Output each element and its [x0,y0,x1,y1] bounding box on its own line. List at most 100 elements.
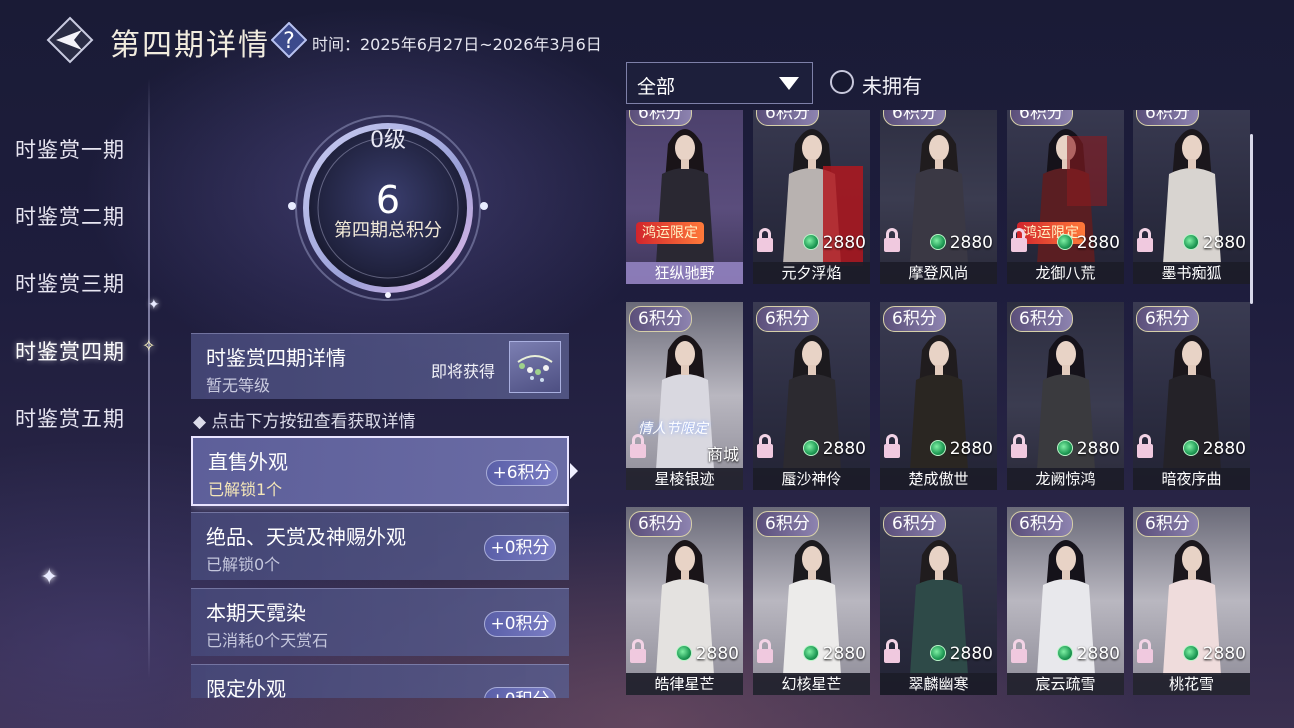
outfit-tile[interactable]: 6积分 2880 摩登风尚 [880,110,997,284]
lock-icon [757,228,773,252]
shop-source-label: 商城 [706,445,739,464]
outfit-tile[interactable]: 6积分 2880 元夕浮焰 [753,110,870,284]
jade-coin-icon [1056,645,1073,661]
jade-coin-icon [1182,440,1199,456]
outfit-tile[interactable]: 6积分 2880 龙阙惊鸿 [1007,302,1124,490]
lock-icon [630,434,646,458]
outfit-name: 摩登风尚 [880,262,997,284]
page-title: 第四期详情 [110,28,270,63]
category-title: 绝品、天赏及神赐外观 [206,525,406,549]
price-label: 2880 [929,644,993,664]
price-label: 2880 [1056,644,1120,664]
nav-item-season-2[interactable]: 时鉴赏二期 [15,201,125,231]
points-badge: 6积分 [883,306,946,332]
lock-icon [884,639,900,663]
category-points-badge: +0积分 [484,687,556,698]
limited-badge: 鸿运限定 [636,222,704,244]
outfit-tile[interactable]: 6积分 2880 皓律星芒 [626,507,743,695]
help-button[interactable]: ? [270,21,308,59]
points-badge: 6积分 [883,511,946,537]
total-score-dial: 0级 6 第四期总积分 [283,108,493,308]
points-badge: 6积分 [1136,511,1199,537]
outfit-tile[interactable]: 6积分 鸿运限定 2880 龙御八荒 [1007,110,1124,284]
jade-coin-icon [929,645,946,661]
unowned-only-label[interactable]: 未拥有 [862,70,922,99]
jade-coin-icon [802,234,819,250]
upcoming-reward-item[interactable] [509,341,561,393]
price-label: 2880 [1182,644,1246,664]
category-subtitle: 已消耗0个天赏石 [206,631,329,650]
jade-coin-icon [1182,234,1199,250]
lock-icon [1137,228,1153,252]
outfit-tile[interactable]: 6积分 2880 暗夜序曲 [1133,302,1250,490]
outfit-name: 皓律星芒 [626,673,743,695]
category-points-badge: +6积分 [486,460,558,486]
category-title: 本期天霓染 [206,601,306,625]
lock-icon [884,228,900,252]
unowned-only-radio[interactable] [830,70,854,94]
selected-row-arrow-icon [570,463,578,479]
category-title: 直售外观 [208,450,288,474]
price-label: 2880 [929,439,993,459]
hint-text: ◆ 点击下方按钮查看获取详情 [193,412,416,432]
outfit-tile[interactable]: 6积分 2880 幻核星芒 [753,507,870,695]
jade-coin-icon [802,645,819,661]
grid-scrollbar[interactable] [1250,134,1253,304]
lock-icon [1011,639,1027,663]
jade-coin-icon [675,645,692,661]
outfit-tile[interactable]: 6积分 2880 桃花雪 [1133,507,1250,695]
jade-coin-icon [1056,440,1073,456]
outfit-tile[interactable]: 6积分 2880 楚成傲世 [880,302,997,490]
category-row-dye[interactable]: 本期天霓染 已消耗0个天赏石 +0积分 [191,588,569,656]
price-label: 2880 [1056,439,1120,459]
nav-divider [148,78,150,678]
outfit-name: 暗夜序曲 [1133,468,1250,490]
category-row-limited[interactable]: 限定外观 +0积分 [191,664,569,698]
season-level-text: 暂无等级 [206,376,271,395]
outfit-name: 星棱银迹 [626,468,743,490]
jade-coin-icon [802,440,819,456]
lock-icon [1137,434,1153,458]
category-filter-dropdown[interactable]: 全部 [626,62,813,104]
outfit-name: 元夕浮焰 [753,262,870,284]
outfit-tile[interactable]: 6积分 情人节限定 商城 星棱银迹 [626,302,743,490]
outfit-tile[interactable]: 6积分 2880 翠麟幽寒 [880,507,997,695]
category-points-badge: +0积分 [484,611,556,637]
category-row-direct-sale[interactable]: 直售外观 已解锁1个 +6积分 [191,436,569,506]
price-label: 2880 [802,439,866,459]
price-label: 2880 [1182,439,1246,459]
outfit-name: 翠麟幽寒 [880,673,997,695]
help-icon: ? [270,21,308,59]
nav-item-season-1[interactable]: 时鉴赏一期 [15,134,125,164]
filter-selected-value: 全部 [637,76,676,98]
points-badge: 6积分 [756,306,819,332]
back-button[interactable] [46,16,94,64]
jewelry-reward-icon [517,355,553,382]
season-detail-title: 时鉴赏四期详情 [206,346,346,370]
points-badge: 6积分 [1010,511,1073,537]
total-score-label: 第四期总积分 [334,220,442,241]
category-row-premium[interactable]: 绝品、天赏及神赐外观 已解锁0个 +0积分 [191,512,569,580]
lock-icon [757,434,773,458]
price-label: 2880 [1056,233,1120,253]
lock-icon [630,639,646,663]
lock-icon [1011,228,1027,252]
lock-icon [1137,639,1153,663]
outfit-name: 幻核星芒 [753,673,870,695]
price-label: 2880 [929,233,993,253]
outfit-name: 楚成傲世 [880,468,997,490]
category-points-badge: +0积分 [484,535,556,561]
outfit-tile[interactable]: 6积分 2880 墨书痴狐 [1133,110,1250,284]
points-badge: 6积分 [1010,306,1073,332]
outfit-tile[interactable]: 6积分 2880 蜃沙神伶 [753,302,870,490]
nav-item-season-3[interactable]: 时鉴赏三期 [15,268,125,298]
nav-item-season-5[interactable]: 时鉴赏五期 [15,403,125,433]
outfit-tile[interactable]: 6积分 鸿运限定 狂纵驰野 [626,110,743,284]
nav-item-season-4[interactable]: 时鉴赏四期 [15,336,125,366]
outfit-tile[interactable]: 6积分 2880 宸云疏雪 [1007,507,1124,695]
points-badge: 6积分 [629,511,692,537]
active-nav-indicator-icon: ✧ [142,336,156,355]
period-text: 时间：2025年6月27日~2026年3月6日 [312,35,602,54]
lock-icon [757,639,773,663]
season-detail-card[interactable]: 时鉴赏四期详情 暂无等级 即将获得 [191,333,569,399]
